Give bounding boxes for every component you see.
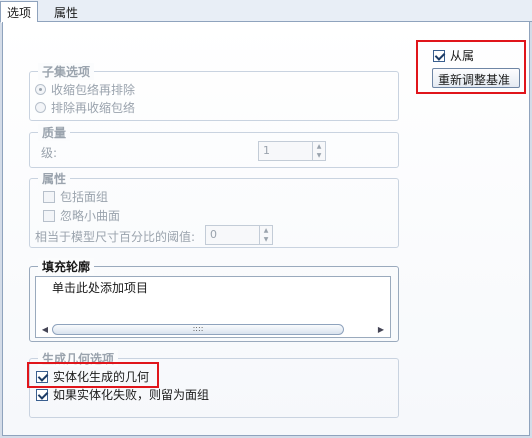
spin-down-icon[interactable]: ▼ bbox=[260, 235, 272, 244]
ignore-small-surfaces-checkbox[interactable] bbox=[43, 209, 55, 222]
radio-icon bbox=[35, 102, 46, 113]
attributes-title: 属性 bbox=[38, 170, 71, 187]
tab-options[interactable]: 选项 bbox=[0, 1, 39, 23]
include-quilts-checkbox[interactable] bbox=[43, 190, 55, 203]
subset-radio-shrinkwrap-exclude[interactable]: 收缩包络再排除 bbox=[35, 81, 135, 98]
fill-contour-title: 填充轮廓 bbox=[38, 258, 95, 275]
quality-title: 质量 bbox=[38, 124, 71, 141]
threshold-label: 相当于模型尺寸百分比的阈值: bbox=[35, 230, 196, 244]
options-panel: 从属 重新调整基准 子集选项 收缩包络再排除 排除再收缩包络 质量 级: 1 ▲… bbox=[2, 22, 530, 436]
solidify-label: 实体化生成的几何 bbox=[53, 370, 150, 384]
scroll-left-icon[interactable]: ◀ bbox=[38, 325, 52, 334]
tab-bar: 选项 属性 bbox=[0, 0, 532, 23]
scroll-right-icon[interactable]: ▶ bbox=[374, 325, 388, 334]
horizontal-scrollbar[interactable]: ◀ :::: ▶ bbox=[38, 321, 388, 337]
threshold-value: 0 bbox=[210, 228, 217, 241]
fallback-label: 如果实体化失败，则留为面组 bbox=[53, 388, 210, 402]
scroll-thumb[interactable]: :::: bbox=[52, 323, 344, 335]
ignore-small-surfaces-label: 忽略小曲面 bbox=[60, 209, 121, 223]
dependent-label: 从属 bbox=[450, 49, 475, 63]
dependent-option[interactable]: 从属 bbox=[433, 47, 474, 64]
subset-radio1-label: 收缩包络再排除 bbox=[51, 83, 136, 97]
fill-contour-list[interactable]: 单击此处添加项目 ◀ :::: ▶ bbox=[35, 276, 391, 338]
spin-up-icon[interactable]: ▲ bbox=[260, 226, 272, 235]
subset-options-title: 子集选项 bbox=[38, 63, 95, 80]
quality-level-value: 1 bbox=[263, 144, 270, 157]
quality-group: 质量 bbox=[29, 124, 399, 168]
radio-icon bbox=[35, 84, 46, 95]
fallback-checkbox[interactable] bbox=[36, 388, 48, 401]
list-item-add-placeholder[interactable]: 单击此处添加项目 bbox=[36, 277, 390, 298]
ignore-small-surfaces-option[interactable]: 忽略小曲面 bbox=[43, 207, 120, 224]
dependent-checkbox[interactable] bbox=[433, 49, 445, 62]
subset-radio-exclude-shrinkwrap[interactable]: 排除再收缩包络 bbox=[35, 99, 135, 116]
rescale-button[interactable]: 重新调整基准 bbox=[432, 68, 520, 88]
subset-radio2-label: 排除再收缩包络 bbox=[51, 101, 136, 115]
include-quilts-option[interactable]: 包括面组 bbox=[43, 188, 108, 205]
threshold-spinner[interactable]: 0 ▲ ▼ bbox=[205, 225, 273, 245]
spin-up-icon[interactable]: ▲ bbox=[313, 142, 325, 151]
spin-down-icon[interactable]: ▼ bbox=[313, 151, 325, 160]
tab-properties[interactable]: 属性 bbox=[48, 2, 84, 22]
solidify-checkbox[interactable] bbox=[36, 370, 48, 383]
fallback-option[interactable]: 如果实体化失败，则留为面组 bbox=[36, 386, 209, 403]
include-quilts-label: 包括面组 bbox=[60, 190, 109, 204]
solidify-option[interactable]: 实体化生成的几何 bbox=[36, 368, 149, 385]
quality-level-label: 级: bbox=[41, 146, 58, 160]
quality-level-spinner[interactable]: 1 ▲ ▼ bbox=[258, 141, 326, 161]
